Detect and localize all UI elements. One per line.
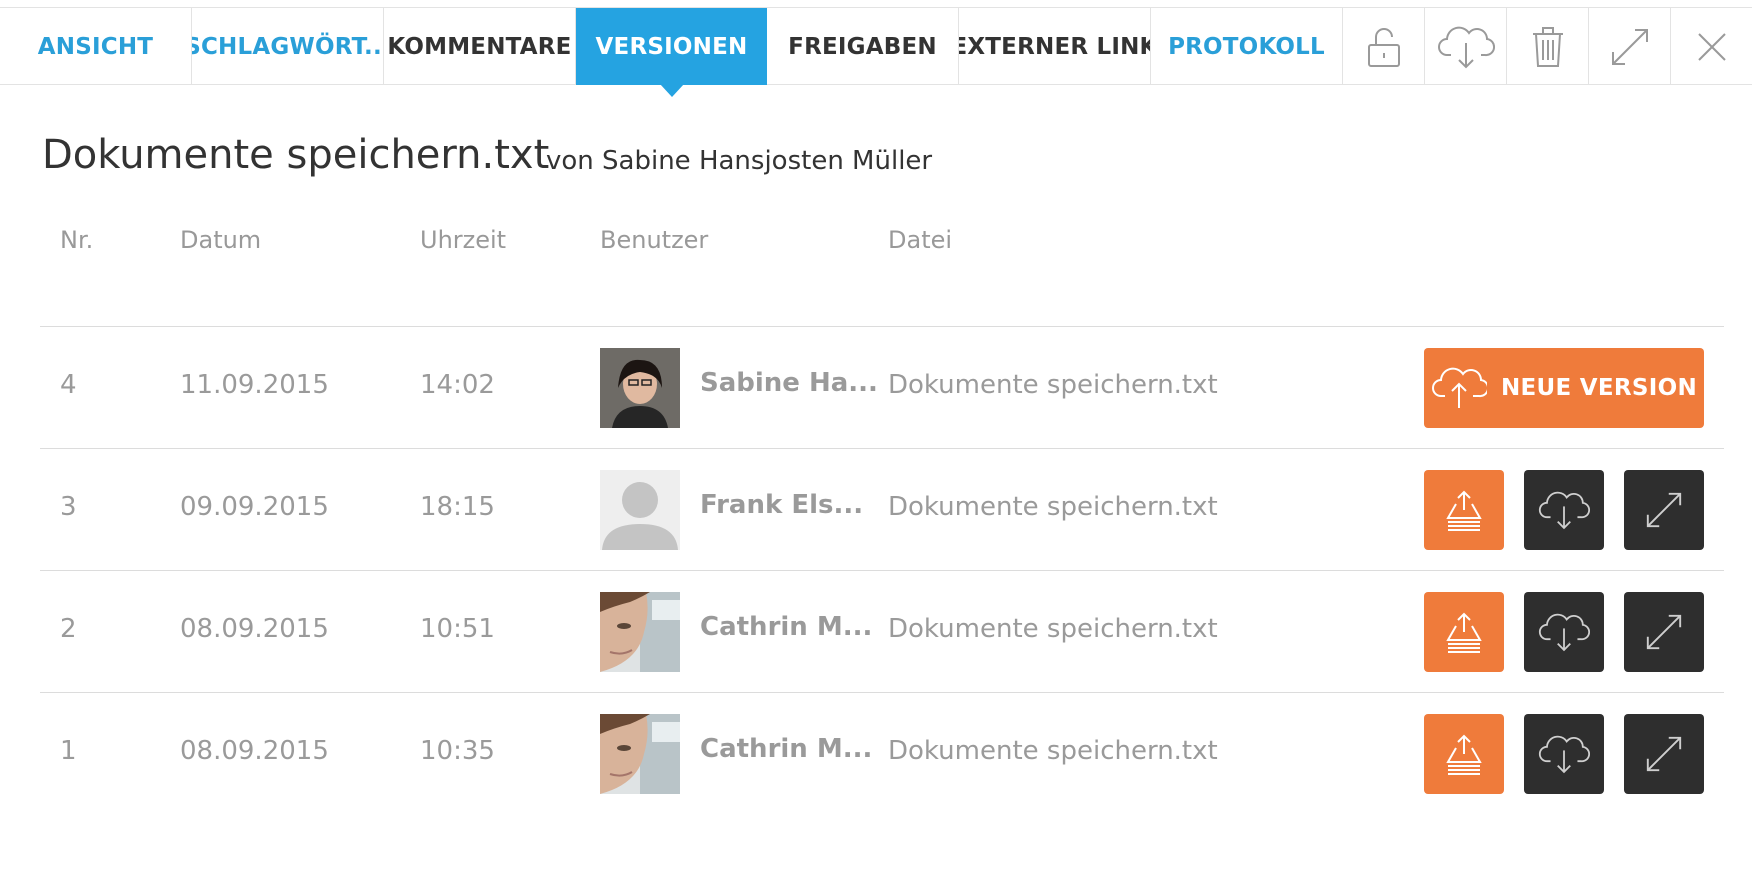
version-user[interactable]: Frank Els... [700, 490, 863, 520]
expand-version-button[interactable] [1624, 592, 1704, 672]
version-user[interactable]: Cathrin M... [700, 612, 872, 642]
new-version-button[interactable]: NEUE VERSION [1424, 348, 1704, 428]
restore-version-button[interactable] [1424, 592, 1504, 672]
version-nr: 2 [60, 614, 77, 644]
cloud-download-icon [1538, 735, 1590, 774]
expand-icon [1611, 28, 1648, 65]
cloud-download-icon [1538, 491, 1590, 530]
tab-bar: ANSICHT SCHLAGWÖRT... KOMMENTARE VERSION… [0, 7, 1752, 85]
expand-icon [1646, 614, 1682, 650]
cloud-download-icon [1437, 26, 1495, 68]
download-version-button[interactable] [1524, 592, 1604, 672]
restore-icon [1446, 734, 1482, 775]
restore-version-button[interactable] [1424, 470, 1504, 550]
document-byline: von Sabine Hansjosten Müller [546, 146, 933, 176]
tab-freigaben[interactable]: FREIGABEN [767, 8, 959, 85]
column-header-uhrzeit: Uhrzeit [420, 226, 507, 254]
version-file[interactable]: Dokumente speichern.txt [888, 370, 1218, 400]
cloud-upload-icon [1432, 367, 1487, 408]
version-time: 10:35 [420, 736, 495, 766]
restore-icon [1446, 490, 1482, 531]
version-date: 09.09.2015 [180, 492, 329, 522]
version-file[interactable]: Dokumente speichern.txt [888, 736, 1218, 766]
column-header-datei: Datei [888, 226, 953, 254]
expand-icon [1646, 492, 1682, 528]
close-icon [1697, 32, 1726, 61]
version-user[interactable]: Cathrin M... [700, 734, 872, 764]
new-version-label: NEUE VERSION [1500, 375, 1698, 401]
tab-kommentare[interactable]: KOMMENTARE [384, 8, 576, 85]
active-tab-caret [660, 84, 684, 97]
version-file[interactable]: Dokumente speichern.txt [888, 492, 1218, 522]
table-row: 2 08.09.2015 10:51 Cathrin M... Dokument… [0, 570, 1752, 692]
column-header-datum: Datum [180, 226, 262, 254]
unlock-button[interactable] [1343, 8, 1425, 85]
version-nr: 3 [60, 492, 77, 522]
avatar-placeholder [600, 470, 680, 550]
version-time: 10:51 [420, 614, 495, 644]
tab-externer-link[interactable]: EXTERNER LINK [959, 8, 1151, 85]
tab-protokoll[interactable]: PROTOKOLL [1151, 8, 1343, 85]
column-header-benutzer: Benutzer [600, 226, 709, 254]
expand-version-button[interactable] [1624, 714, 1704, 794]
close-button[interactable] [1671, 8, 1752, 85]
table-row: 4 11.09.2015 14:02 Sabine Ha... Dokument… [0, 326, 1752, 448]
tab-versionen[interactable]: VERSIONEN [576, 8, 767, 85]
unlock-icon [1367, 27, 1400, 67]
version-file[interactable]: Dokumente speichern.txt [888, 614, 1218, 644]
version-time: 14:02 [420, 370, 495, 400]
avatar [600, 714, 680, 794]
download-version-button[interactable] [1524, 714, 1604, 794]
column-header-nr: Nr. [60, 226, 94, 254]
version-date: 08.09.2015 [180, 736, 329, 766]
version-user[interactable]: Sabine Ha... [700, 368, 878, 398]
delete-button[interactable] [1507, 8, 1589, 85]
tab-schlagwoerter[interactable]: SCHLAGWÖRT... [192, 8, 384, 85]
expand-icon [1646, 736, 1682, 772]
avatar [600, 592, 680, 672]
version-date: 11.09.2015 [180, 370, 329, 400]
table-row: 1 08.09.2015 10:35 Cathrin M... Dokument… [0, 692, 1752, 814]
trash-icon [1532, 26, 1563, 67]
expand-button[interactable] [1589, 8, 1671, 85]
document-title: Dokumente speichern.txt [42, 132, 550, 178]
version-date: 08.09.2015 [180, 614, 329, 644]
table-row: 3 09.09.2015 18:15 Frank Els... Dokument… [0, 448, 1752, 570]
version-nr: 4 [60, 370, 77, 400]
restore-version-button[interactable] [1424, 714, 1504, 794]
avatar [600, 348, 680, 428]
download-version-button[interactable] [1524, 470, 1604, 550]
expand-version-button[interactable] [1624, 470, 1704, 550]
cloud-download-icon [1538, 613, 1590, 652]
restore-icon [1446, 612, 1482, 653]
version-time: 18:15 [420, 492, 495, 522]
version-nr: 1 [60, 736, 77, 766]
download-button[interactable] [1425, 8, 1507, 85]
tab-ansicht[interactable]: ANSICHT [0, 8, 192, 85]
